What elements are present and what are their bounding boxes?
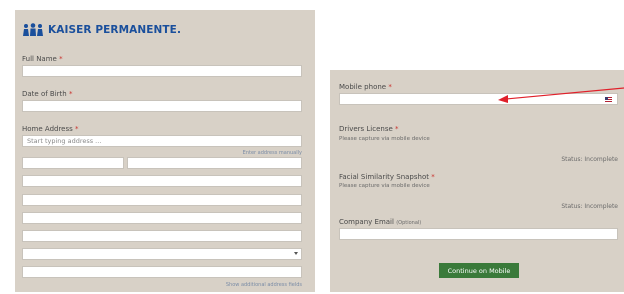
continue-on-mobile-button[interactable]: Continue on Mobile — [439, 263, 519, 278]
mobile-phone-label: Mobile phone * — [339, 83, 392, 91]
mobile-phone-input[interactable] — [339, 93, 618, 105]
facial-snapshot-hint: Please capture via mobile device — [339, 183, 430, 189]
kaiser-figures-icon — [23, 23, 43, 36]
drivers-license-label-text: Drivers License — [339, 125, 393, 133]
required-mark: * — [431, 173, 435, 181]
drivers-license-status: Status: Incomplete — [561, 156, 618, 163]
address-line-field[interactable] — [22, 157, 124, 169]
address-placeholder: Start typing address ... — [27, 137, 102, 145]
address-line-field[interactable] — [127, 157, 302, 169]
address-field[interactable] — [22, 194, 302, 206]
required-mark: * — [388, 83, 392, 91]
home-address-label-text: Home Address — [22, 125, 73, 133]
company-email-input[interactable] — [339, 228, 618, 240]
full-name-input[interactable] — [22, 65, 302, 77]
full-name-label: Full Name * — [22, 55, 63, 63]
required-mark: * — [75, 125, 79, 133]
mobile-phone-label-text: Mobile phone — [339, 83, 387, 91]
facial-snapshot-label: Facial Similarity Snapshot * — [339, 173, 435, 181]
show-additional-fields-link[interactable]: Show additional address fields — [226, 282, 302, 288]
address-field[interactable] — [22, 212, 302, 224]
address-field[interactable] — [22, 266, 302, 278]
dob-label-text: Date of Birth — [22, 90, 67, 98]
address-field[interactable] — [22, 175, 302, 187]
enter-address-manually-link[interactable]: Enter address manually — [243, 150, 302, 156]
drivers-license-label: Drivers License * — [339, 125, 399, 133]
address-search-input[interactable]: Start typing address ... — [22, 135, 302, 147]
chevron-down-icon — [294, 252, 298, 255]
address-field[interactable] — [22, 230, 302, 242]
company-email-label: Company Email (Optional) — [339, 218, 421, 226]
required-mark: * — [59, 55, 63, 63]
verification-form-panel: Mobile phone * Drivers License * Please … — [330, 70, 624, 292]
facial-snapshot-status: Status: Incomplete — [561, 203, 618, 210]
address-select[interactable] — [22, 248, 302, 260]
home-address-label: Home Address * — [22, 125, 79, 133]
optional-tag: (Optional) — [396, 220, 422, 226]
dob-label: Date of Birth * — [22, 90, 72, 98]
full-name-label-text: Full Name — [22, 55, 57, 63]
us-flag-icon[interactable] — [605, 97, 612, 102]
brand-logo: KAISER PERMANENTE. — [22, 23, 181, 37]
facial-snapshot-label-text: Facial Similarity Snapshot — [339, 173, 429, 181]
brand-name: KAISER PERMANENTE. — [48, 24, 182, 36]
registration-form-panel: KAISER PERMANENTE. Full Name * Date of B… — [15, 10, 315, 292]
required-mark: * — [68, 90, 73, 98]
drivers-license-hint: Please capture via mobile device — [339, 136, 430, 142]
dob-input[interactable] — [22, 100, 302, 112]
company-email-label-text: Company Email — [339, 218, 394, 226]
required-mark: * — [395, 125, 399, 133]
